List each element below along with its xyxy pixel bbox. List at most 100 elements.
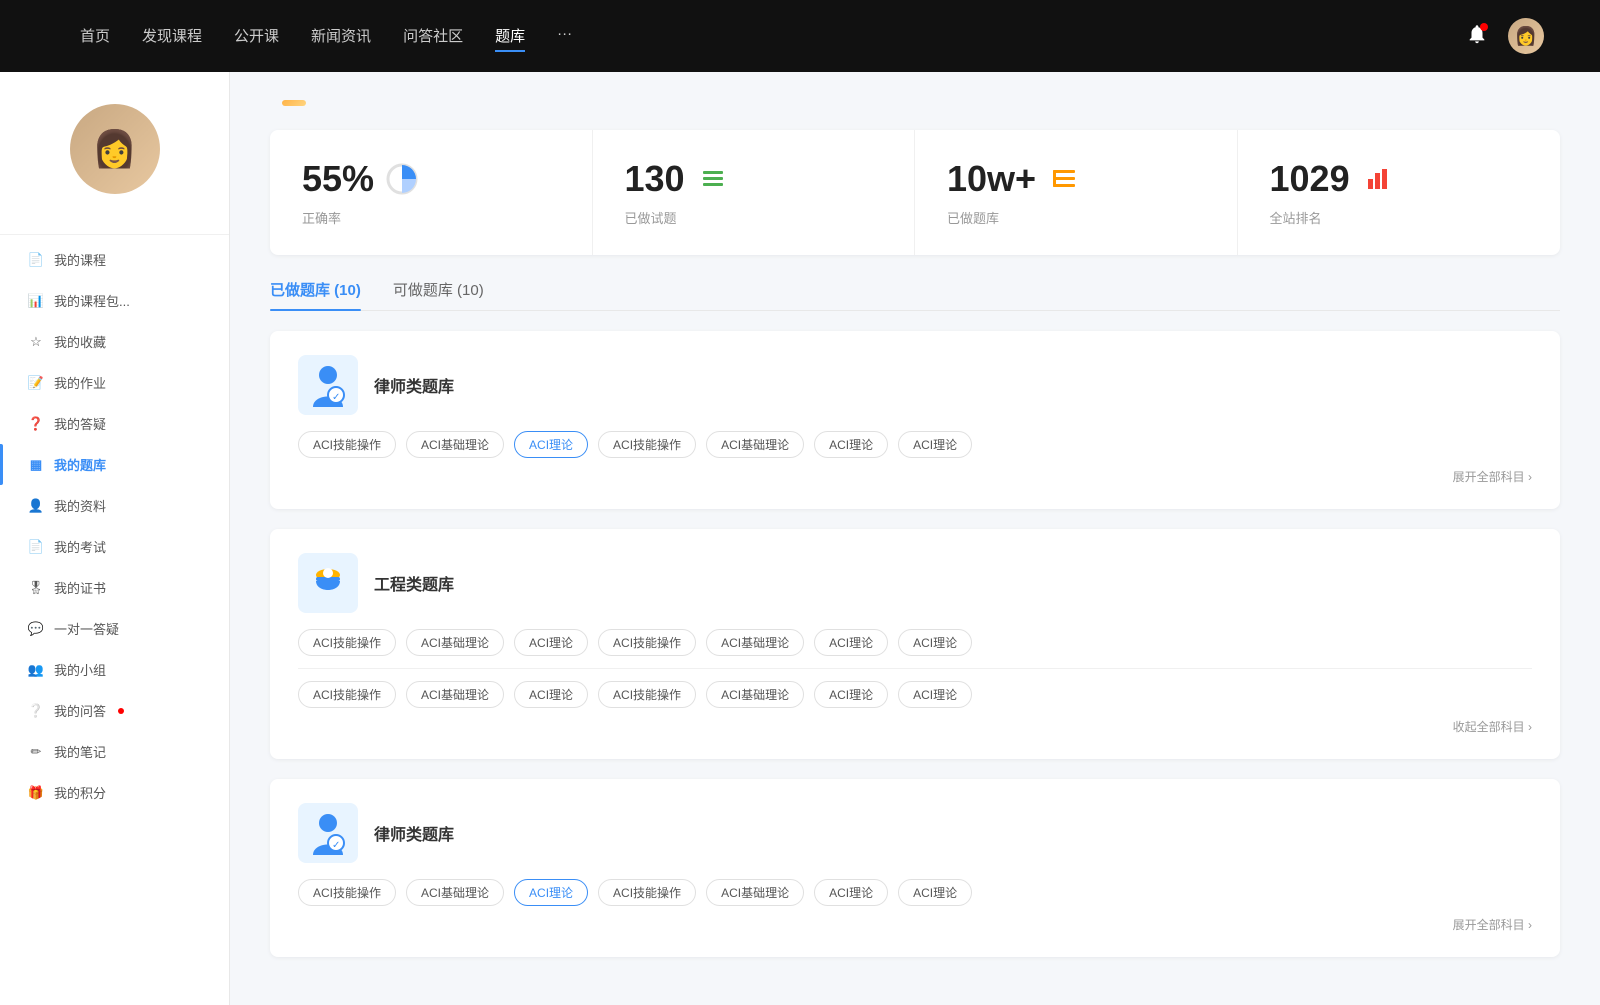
- note-icon: ✏: [28, 744, 44, 760]
- stat-card-3: 1029 全站排名: [1238, 130, 1561, 255]
- sidebar-item-answer[interactable]: ❓我的答疑: [0, 403, 229, 444]
- svg-text:✓: ✓: [332, 840, 340, 851]
- quiz-tag-1-1[interactable]: ACI基础理论: [406, 629, 504, 656]
- sidebar-item-profile[interactable]: 👤我的资料: [0, 485, 229, 526]
- quiz-tag-2-3[interactable]: ACI技能操作: [598, 879, 696, 906]
- quiz-tag2-1-4[interactable]: ACI基础理论: [706, 681, 804, 708]
- sidebar-item-label-qa: 一对一答疑: [54, 619, 119, 638]
- quiz-bank-card-bank2: 工程类题库 ACI技能操作ACI基础理论ACI理论ACI技能操作ACI基础理论A…: [270, 529, 1560, 759]
- quiz-tab-0[interactable]: 已做题库 (10): [270, 279, 361, 310]
- quiz-bank-title-0: 律师类题库: [374, 373, 454, 397]
- grid-icon: ▦: [28, 457, 44, 473]
- quiz-tag-0-0[interactable]: ACI技能操作: [298, 431, 396, 458]
- sidebar-item-notes[interactable]: ✏我的笔记: [0, 731, 229, 772]
- quiz-tag-0-3[interactable]: ACI技能操作: [598, 431, 696, 458]
- sidebar-item-label-homework: 我的作业: [54, 373, 106, 392]
- quiz-bank-icon-0: ✓: [298, 355, 358, 415]
- rank-icon: [1360, 161, 1396, 197]
- quiz-tag2-1-1[interactable]: ACI基础理论: [406, 681, 504, 708]
- quiz-tags-row2-1: ACI技能操作 ACI基础理论 ACI理论 ACI技能操作 ACI基础理论 ACI理论 AC…: [298, 681, 1532, 708]
- main-layout: 👩 📄我的课程📊我的课程包...☆我的收藏📝我的作业❓我的答疑▦我的题库👤我的资…: [0, 72, 1600, 1005]
- sidebar-item-qa[interactable]: 💬一对一答疑: [0, 608, 229, 649]
- medal-icon: 🎁: [28, 785, 44, 801]
- quiz-bank-card-bank3: ✓ 律师类题库 ACI技能操作 ACI基础理论 ACI理论 ACI技能操作 ACI基础理…: [270, 779, 1560, 957]
- sidebar: 👩 📄我的课程📊我的课程包...☆我的收藏📝我的作业❓我的答疑▦我的题库👤我的资…: [0, 72, 230, 1005]
- stat-card-1: 130 已做试题: [593, 130, 916, 255]
- quiz-tag-2-4[interactable]: ACI基础理论: [706, 879, 804, 906]
- quiz-tag2-1-5[interactable]: ACI理论: [814, 681, 888, 708]
- sidebar-divider-top: [0, 234, 229, 235]
- quiz-tag-0-5[interactable]: ACI理论: [814, 431, 888, 458]
- quiz-card-header-1: 工程类题库: [298, 553, 1532, 613]
- quiz-bank-title-1: 工程类题库: [374, 571, 454, 595]
- navbar: 首页 发现课程 公开课 新闻资讯 问答社区 题库 ··· 👩: [0, 0, 1600, 72]
- quiz-tag-0-6[interactable]: ACI理论: [898, 431, 972, 458]
- quiz-tab-1[interactable]: 可做题库 (10): [393, 279, 484, 310]
- sidebar-item-homework[interactable]: 📝 我的作业: [0, 362, 229, 403]
- nav-link-公开课[interactable]: 公开课: [234, 21, 279, 52]
- sidebar-item-label-group: 我的小组: [54, 660, 106, 679]
- quiz-tags-row1-2: ACI技能操作 ACI基础理论 ACI理论 ACI技能操作 ACI基础理论 ACI理论 AC…: [298, 879, 1532, 906]
- chart-icon: [384, 161, 420, 197]
- user-avatar[interactable]: 👩: [1508, 18, 1544, 54]
- quiz-tag-0-2[interactable]: ACI理论: [514, 431, 588, 458]
- nav-link-发现课程[interactable]: 发现课程: [142, 21, 202, 52]
- trial-badge: [282, 100, 306, 106]
- quiz-tag2-1-6[interactable]: ACI理论: [898, 681, 972, 708]
- page-header: [270, 100, 1560, 106]
- stats-grid: 55% 正确率 130 已做试题 10w+ 已做题库 1029 全站排名: [270, 130, 1560, 255]
- group-icon: 👥: [28, 662, 44, 678]
- sidebar-item-myqa[interactable]: ❔我的问答: [0, 690, 229, 731]
- quiz-tags-row1-0: ACI技能操作 ACI基础理论 ACI理论 ACI技能操作 ACI基础理论 ACI理论 AC…: [298, 431, 1532, 458]
- quiz-expand-1[interactable]: 收起全部科目 ›: [298, 718, 1532, 735]
- quiz-tag-1-4[interactable]: ACI基础理论: [706, 629, 804, 656]
- sidebar-item-exam[interactable]: 📄我的考试: [0, 526, 229, 567]
- sidebar-item-points[interactable]: 🎁 我的积分: [0, 772, 229, 813]
- quiz-tag-2-6[interactable]: ACI理论: [898, 879, 972, 906]
- quiz-bank-title-2: 律师类题库: [374, 821, 454, 845]
- nav-link-问答社区[interactable]: 问答社区: [403, 21, 463, 52]
- sidebar-item-label-points: 我的积分: [54, 783, 106, 802]
- sidebar-item-label-exam: 我的考试: [54, 537, 106, 556]
- notification-dot: [1480, 23, 1488, 31]
- quiz-tag2-1-3[interactable]: ACI技能操作: [598, 681, 696, 708]
- sidebar-item-course-pkg[interactable]: 📊我的课程包...: [0, 280, 229, 321]
- sidebar-item-label-profile: 我的资料: [54, 496, 106, 515]
- quiz-tag2-1-0[interactable]: ACI技能操作: [298, 681, 396, 708]
- sidebar-item-group[interactable]: 👥 我的小组: [0, 649, 229, 690]
- stat-value-0: 55%: [302, 158, 374, 200]
- stat-label-0: 正确率: [302, 208, 560, 227]
- quiz-tag-2-1[interactable]: ACI基础理论: [406, 879, 504, 906]
- nav-link-题库[interactable]: 题库: [495, 21, 525, 52]
- quiz-tag-0-4[interactable]: ACI基础理论: [706, 431, 804, 458]
- nav-link-新闻资讯[interactable]: 新闻资讯: [311, 21, 371, 52]
- quiz-tag-0-1[interactable]: ACI基础理论: [406, 431, 504, 458]
- stat-value-3: 1029: [1270, 158, 1350, 200]
- quiz-tags-row1-1: ACI技能操作 ACI基础理论 ACI理论 ACI技能操作 ACI基础理论 ACI理论 AC…: [298, 629, 1532, 656]
- sidebar-item-quiz[interactable]: ▦我的题库: [0, 444, 229, 485]
- sidebar-item-collect[interactable]: ☆ 我的收藏: [0, 321, 229, 362]
- quiz-tag2-1-2[interactable]: ACI理论: [514, 681, 588, 708]
- sidebar-item-label-collect: 我的收藏: [54, 332, 106, 351]
- quiz-tag-1-0[interactable]: ACI技能操作: [298, 629, 396, 656]
- quiz-tag-1-2[interactable]: ACI理论: [514, 629, 588, 656]
- nav-link-首页[interactable]: 首页: [80, 21, 110, 52]
- table-icon: [1046, 161, 1082, 197]
- quiz-tag-1-6[interactable]: ACI理论: [898, 629, 972, 656]
- nav-link-···[interactable]: ···: [557, 21, 572, 52]
- quiz-tag-2-0[interactable]: ACI技能操作: [298, 879, 396, 906]
- sidebar-item-course[interactable]: 📄我的课程: [0, 239, 229, 280]
- sidebar-item-cert[interactable]: 🎖我的证书: [0, 567, 229, 608]
- star-icon: ☆: [28, 334, 44, 350]
- doc-icon: 📝: [28, 375, 44, 391]
- sidebar-menu: 📄我的课程📊我的课程包... ☆ 我的收藏 📝 我的作业 ❓我的答疑▦我的题库👤我的资料📄…: [0, 239, 229, 813]
- quiz-bank-icon-2: ✓: [298, 803, 358, 863]
- quiz-tag-2-5[interactable]: ACI理论: [814, 879, 888, 906]
- notification-bell[interactable]: [1466, 23, 1488, 50]
- quiz-tag-1-5[interactable]: ACI理论: [814, 629, 888, 656]
- quiz-tag-2-2[interactable]: ACI理论: [514, 879, 588, 906]
- quiz-expand-0[interactable]: 展开全部科目 ›: [298, 468, 1532, 485]
- quiz-expand-2[interactable]: 展开全部科目 ›: [298, 916, 1532, 933]
- stat-card-0: 55% 正确率: [270, 130, 593, 255]
- quiz-tag-1-3[interactable]: ACI技能操作: [598, 629, 696, 656]
